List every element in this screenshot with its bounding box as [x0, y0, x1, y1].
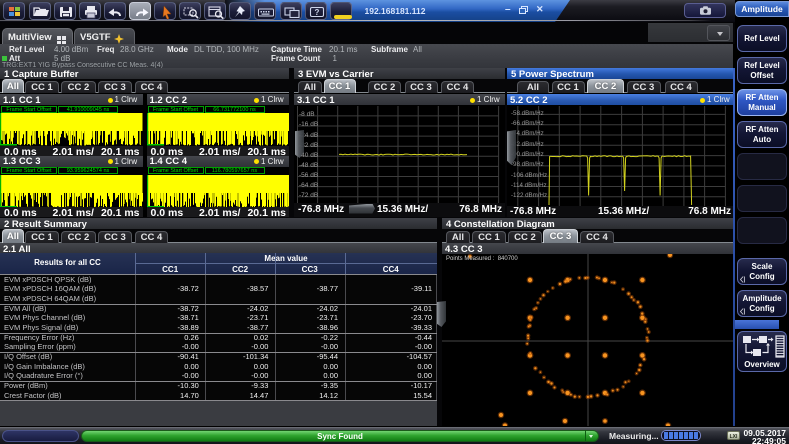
svg-text:?: ? [314, 8, 319, 17]
